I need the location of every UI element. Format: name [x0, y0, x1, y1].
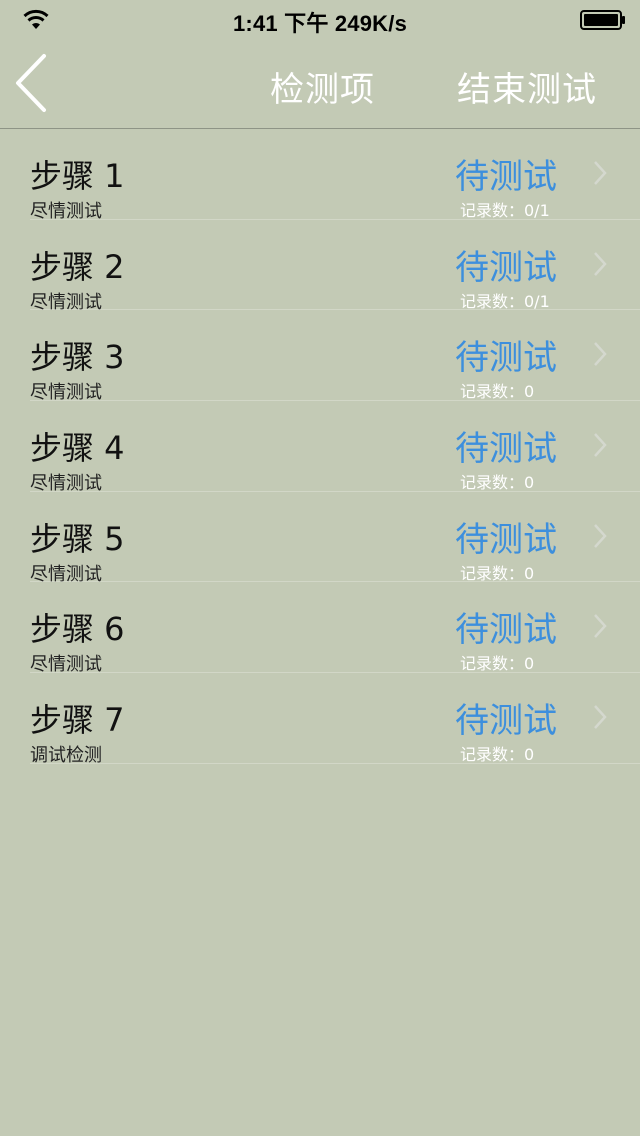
step-list: 步骤 1 尽情测试 待测试 记录数：0/1 步骤 2 尽情测试 待测试 记录数：…: [0, 129, 640, 767]
step-status: 待测试: [455, 429, 557, 470]
step-status: 待测试: [455, 157, 557, 197]
chevron-right-icon: [594, 251, 607, 276]
list-item[interactable]: 步骤 3 尽情测试 待测试 记录数：0: [0, 310, 640, 403]
list-item[interactable]: 步骤 4 尽情测试 待测试 记录数：0: [0, 401, 640, 494]
battery-icon: [580, 10, 625, 30]
back-button[interactable]: [10, 52, 58, 114]
chevron-right-icon: [594, 433, 607, 457]
end-test-button[interactable]: 结束测试: [457, 62, 597, 111]
step-title: 步骤 2: [30, 247, 125, 286]
chevron-right-icon: [594, 705, 607, 729]
step-title: 步骤 7: [30, 701, 125, 740]
list-item[interactable]: 步骤 1 尽情测试 待测试 记录数：0/1: [0, 129, 640, 222]
record-count: 记录数：0: [460, 382, 535, 402]
step-status: 待测试: [455, 338, 557, 379]
record-count: 记录数：0/1: [460, 201, 550, 220]
record-count: 记录数：0/1: [460, 291, 550, 311]
step-title: 步骤 3: [30, 338, 125, 377]
step-status: 待测试: [455, 610, 557, 651]
step-status: 待测试: [455, 701, 557, 742]
list-item[interactable]: 步骤 2 尽情测试 待测试 记录数：0/1: [0, 220, 640, 313]
list-item[interactable]: 步骤 6 尽情测试 待测试 记录数：0: [0, 582, 640, 675]
step-subtitle: 调试检测: [30, 745, 102, 767]
step-status: 待测试: [455, 247, 557, 288]
record-count: 记录数：0: [460, 654, 535, 674]
list-item[interactable]: 步骤 5 尽情测试 待测试 记录数：0: [0, 492, 640, 585]
list-item[interactable]: 步骤 7 调试检测 待测试 记录数：0: [0, 673, 640, 767]
record-count: 记录数：0: [460, 745, 535, 765]
status-time: 1:41 下午 249K/s: [233, 11, 407, 36]
record-count: 记录数：0: [460, 563, 535, 583]
record-count: 记录数：0: [460, 473, 535, 493]
chevron-right-icon: [594, 523, 607, 548]
status-bar: 1:41 下午 249K/s: [0, 0, 640, 40]
step-title: 步骤 1: [30, 157, 125, 195]
chevron-right-icon: [594, 342, 607, 367]
step-title: 步骤 5: [30, 519, 125, 558]
chevron-right-icon: [594, 614, 607, 639]
page-title: 检测项: [270, 70, 375, 110]
chevron-right-icon: [594, 161, 607, 185]
step-title: 步骤 6: [30, 610, 125, 649]
navigation-bar: 检测项 结束测试: [0, 40, 640, 129]
chevron-left-icon: [16, 54, 46, 112]
step-status: 待测试: [455, 519, 557, 560]
step-title: 步骤 4: [30, 429, 125, 468]
